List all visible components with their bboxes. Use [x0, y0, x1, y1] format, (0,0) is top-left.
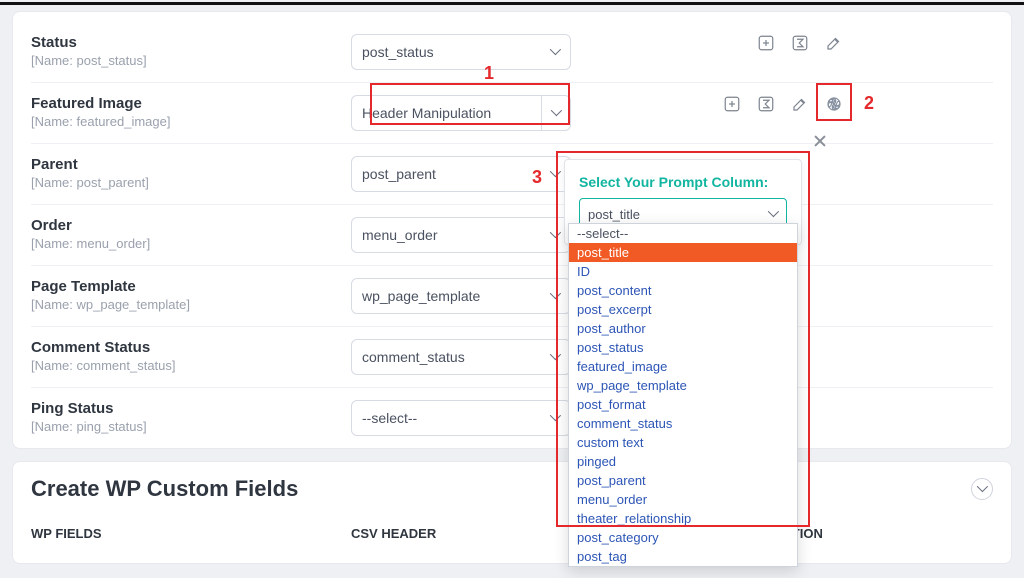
top-dark-bar: [0, 2, 1024, 5]
row-label: Status: [31, 34, 331, 51]
dropdown-option[interactable]: post_content: [569, 281, 797, 300]
chevron-down-icon: [550, 230, 560, 240]
mapping-row: Status [Name: post_status] post_status: [31, 22, 993, 83]
row-label-block: Featured Image [Name: featured_image]: [31, 95, 351, 129]
dropdown-option[interactable]: post_format: [569, 395, 797, 414]
csv-header-select[interactable]: --select--: [351, 400, 571, 436]
dropdown-option[interactable]: custom text: [569, 433, 797, 452]
annotation-label-3: 3: [532, 167, 542, 188]
popup-title: Select Your Prompt Column:: [579, 174, 787, 190]
row-name: [Name: featured_image]: [31, 114, 331, 129]
section-header: Create WP Custom Fields: [31, 476, 993, 502]
row-label: Featured Image: [31, 95, 331, 112]
row-name: [Name: post_parent]: [31, 175, 331, 190]
row-name: [Name: menu_order]: [31, 236, 331, 251]
csv-header-select-value: post_parent: [362, 166, 436, 182]
section-toggle-button[interactable]: [971, 478, 993, 500]
row-label-block: Order [Name: menu_order]: [31, 217, 351, 251]
col-wp-fields: WP FIELDS: [31, 526, 351, 541]
row-label: Comment Status: [31, 339, 331, 356]
csv-header-select-value: --select--: [362, 410, 417, 426]
mapping-card: Status [Name: post_status] post_status Feat…: [12, 11, 1012, 449]
dropdown-option[interactable]: post_author: [569, 319, 797, 338]
annotation-label-1: 1: [484, 63, 494, 84]
row-label-block: Page Template [Name: wp_page_template]: [31, 278, 351, 312]
row-label-block: Parent [Name: post_parent]: [31, 156, 351, 190]
mapping-row: Page Template [Name: wp_page_template] wp_…: [31, 266, 993, 327]
row-label-block: Comment Status [Name: comment_status]: [31, 339, 351, 373]
dropdown-option[interactable]: ID: [569, 262, 797, 281]
dropdown-option[interactable]: post_tag: [569, 547, 797, 566]
csv-header-select-value: wp_page_template: [362, 288, 480, 304]
dropdown-option[interactable]: pinged: [569, 452, 797, 471]
add-icon[interactable]: [723, 95, 741, 113]
custom-fields-section: Create WP Custom Fields WP FIELDS CSV HE…: [12, 461, 1012, 564]
csv-header-select-value: post_status: [362, 44, 434, 60]
dropdown-option[interactable]: wp_page_template: [569, 376, 797, 395]
formula-icon[interactable]: [791, 34, 809, 52]
section-title: Create WP Custom Fields: [31, 476, 298, 502]
dropdown-option[interactable]: post_excerpt: [569, 300, 797, 319]
page-wrap: Status [Name: post_status] post_status Feat…: [12, 11, 1012, 564]
mapping-row: Featured Image [Name: featured_image] Head…: [31, 83, 993, 144]
annotation-label-2: 2: [864, 93, 874, 114]
row-name: [Name: post_status]: [31, 53, 331, 68]
close-icon[interactable]: [812, 133, 828, 149]
csv-header-select[interactable]: post_status: [351, 34, 571, 70]
col-action: ACTION: [773, 526, 993, 541]
dropdown-option[interactable]: featured_image: [569, 357, 797, 376]
row-name: [Name: comment_status]: [31, 358, 331, 373]
chevron-down-icon: [550, 291, 560, 301]
dropdown-option[interactable]: menu_order: [569, 490, 797, 509]
mapping-row: Order [Name: menu_order] menu_order: [31, 205, 993, 266]
custom-fields-table-head: WP FIELDS CSV HEADER ACTION: [31, 526, 993, 541]
dropdown-option[interactable]: comment_status: [569, 414, 797, 433]
dropdown-option[interactable]: theater_relationship: [569, 509, 797, 528]
mapping-row: Parent [Name: post_parent] post_parent: [31, 144, 993, 205]
dropdown-option[interactable]: post_status: [569, 338, 797, 357]
dropdown-option[interactable]: post_category: [569, 528, 797, 547]
csv-header-select-value: comment_status: [362, 349, 465, 365]
add-icon[interactable]: [757, 34, 775, 52]
chevron-down-icon: [977, 484, 987, 494]
openai-icon[interactable]: [825, 95, 843, 113]
csv-header-select[interactable]: wp_page_template: [351, 278, 571, 314]
edit-icon[interactable]: [825, 34, 843, 52]
row-name: [Name: ping_status]: [31, 419, 331, 434]
edit-icon[interactable]: [791, 95, 809, 113]
chevron-down-icon: [551, 108, 561, 118]
row-label: Parent: [31, 156, 331, 173]
chevron-down-icon: [550, 352, 560, 362]
row-label: Ping Status: [31, 400, 331, 417]
csv-header-select[interactable]: comment_status: [351, 339, 571, 375]
row-actions: [723, 95, 993, 113]
dropdown-option[interactable]: post_parent: [569, 471, 797, 490]
row-name: [Name: wp_page_template]: [31, 297, 331, 312]
row-label-block: Status [Name: post_status]: [31, 34, 351, 68]
prompt-column-select-value: post_title: [588, 207, 640, 222]
csv-header-select-value: Header Manipulation: [351, 95, 541, 131]
formula-icon[interactable]: [757, 95, 775, 113]
chevron-down-icon: [768, 209, 778, 219]
csv-header-select-value: menu_order: [362, 227, 438, 243]
csv-header-select-arrow[interactable]: [541, 95, 571, 131]
row-label: Page Template: [31, 278, 331, 295]
dropdown-option[interactable]: post_title: [569, 243, 797, 262]
chevron-down-icon: [550, 413, 560, 423]
mapping-row: Comment Status [Name: comment_status] comm…: [31, 327, 993, 388]
row-actions: [757, 34, 993, 52]
prompt-column-dropdown[interactable]: --select--post_titleIDpost_contentpost_e…: [568, 223, 798, 567]
row-label: Order: [31, 217, 331, 234]
csv-header-select[interactable]: Header Manipulation: [351, 95, 571, 131]
chevron-down-icon: [550, 47, 560, 57]
chevron-down-icon: [550, 169, 560, 179]
row-label-block: Ping Status [Name: ping_status]: [31, 400, 351, 434]
mapping-row: Ping Status [Name: ping_status] --select--: [31, 388, 993, 448]
dropdown-option[interactable]: --select--: [569, 224, 797, 243]
csv-header-select[interactable]: menu_order: [351, 217, 571, 253]
